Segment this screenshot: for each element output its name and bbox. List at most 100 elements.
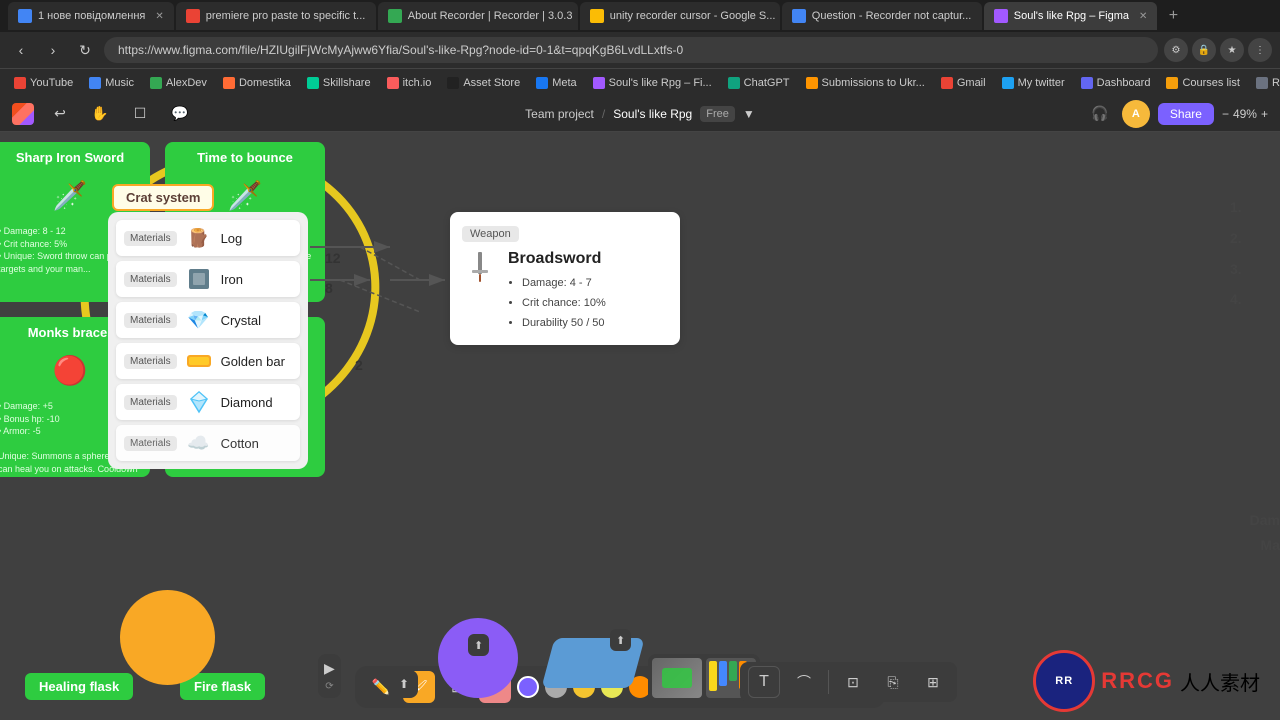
weapon-card[interactable]: Weapon Broadsword Damage: 4 - 7 Crit cha… bbox=[450, 212, 680, 345]
grid-tool-btn[interactable]: ⊞ bbox=[441, 671, 473, 703]
bookmark-meta[interactable]: Meta bbox=[530, 75, 582, 91]
new-tab-button[interactable]: + bbox=[1159, 2, 1187, 30]
back-button[interactable]: ‹ bbox=[8, 37, 34, 63]
bookmark-dashboard[interactable]: Dashboard bbox=[1075, 75, 1157, 91]
delete-tool-btn[interactable]: × bbox=[479, 671, 511, 703]
material-log[interactable]: Materials 🪵 Log bbox=[116, 220, 300, 256]
color-yellow[interactable] bbox=[573, 676, 595, 698]
card-title-2: Time to bounce bbox=[173, 150, 317, 165]
file-name[interactable]: Soul's like Rpg bbox=[613, 107, 692, 121]
tool-frame[interactable]: ☐ bbox=[126, 100, 154, 128]
tab-1[interactable]: 1 нове повідомлення ✕ bbox=[8, 2, 174, 30]
bookmark-assetstore[interactable]: Asset Store bbox=[441, 75, 526, 91]
right-tools-panel: T ⌒ ⊡ ⎘ ⊞ bbox=[740, 662, 957, 702]
material-name-golden-bar: Golden bar bbox=[221, 354, 285, 369]
material-icon-log: 🪵 bbox=[185, 224, 213, 252]
bookmark-gmail[interactable]: Gmail bbox=[935, 75, 992, 91]
color-gray[interactable] bbox=[545, 676, 567, 698]
bookmark-chatgpt[interactable]: ChatGPT bbox=[722, 75, 796, 91]
nav-separator-1: / bbox=[602, 107, 605, 121]
tab-4[interactable]: unity recorder cursor - Google S... ✕ bbox=[580, 2, 780, 30]
bookmark-music[interactable]: Music bbox=[83, 75, 140, 91]
bookmark-twitter[interactable]: My twitter bbox=[996, 75, 1071, 91]
bookmark-submissions[interactable]: Submissions to Ukr... bbox=[800, 75, 931, 91]
team-project-link[interactable]: Team project bbox=[525, 107, 594, 121]
material-diamond[interactable]: Materials Diamond bbox=[116, 384, 300, 420]
blue-shape-expand-btn[interactable]: ⬆ bbox=[610, 629, 631, 651]
number-label-12: 12 bbox=[325, 250, 341, 266]
address-input[interactable] bbox=[104, 37, 1158, 63]
table-tool-btn[interactable]: ⊞ bbox=[917, 666, 949, 698]
extension-btn-1[interactable]: ⚙ bbox=[1164, 38, 1188, 62]
user-avatar[interactable]: A bbox=[1122, 100, 1150, 128]
orbit-tool[interactable]: ⟳ bbox=[325, 681, 333, 692]
headphones-btn[interactable]: 🎧 bbox=[1086, 100, 1114, 128]
right-list-item-3: 3. bbox=[1230, 254, 1280, 285]
flask-card-healing[interactable]: Healing flask bbox=[25, 673, 133, 700]
material-badge-golden-bar: Materials bbox=[124, 354, 177, 369]
tab-1-close[interactable]: ✕ bbox=[155, 11, 163, 22]
tab-favicon-6 bbox=[994, 9, 1008, 23]
tool-hand[interactable]: ✋ bbox=[86, 100, 114, 128]
tab-4-label: unity recorder cursor - Google S... bbox=[610, 10, 776, 22]
zoom-decrease[interactable]: − bbox=[1222, 107, 1229, 121]
bookmark-courses[interactable]: Courses list bbox=[1160, 75, 1245, 91]
material-crystal[interactable]: Materials 💎 Crystal bbox=[116, 302, 300, 338]
bookmark-report[interactable]: Report bbox=[1250, 75, 1280, 91]
weapon-name: Broadsword bbox=[508, 250, 606, 268]
tab-5[interactable]: Question - Recorder not captur... ✕ bbox=[782, 2, 982, 30]
watermark-text: RRCG bbox=[1101, 668, 1174, 694]
tab-6[interactable]: Soul's like Rpg – Figma ✕ bbox=[984, 2, 1158, 30]
file-badge[interactable]: Free bbox=[700, 106, 735, 122]
weapon-stat-durability: Durability 50 / 50 bbox=[522, 314, 606, 334]
zoom-increase[interactable]: + bbox=[1261, 107, 1268, 121]
forward-button[interactable]: › bbox=[40, 37, 66, 63]
oval-expand-btn[interactable]: ⬆ bbox=[468, 634, 489, 656]
bookmark-skillshare[interactable]: Skillshare bbox=[301, 75, 377, 91]
right-partial-ma: Ma bbox=[1261, 537, 1280, 553]
material-badge-iron: Materials bbox=[124, 272, 177, 287]
bookmark-alexdev[interactable]: AlexDev bbox=[144, 75, 213, 91]
text-tool-btn[interactable]: T bbox=[748, 666, 780, 698]
watermark-icon: 人人素材 bbox=[1180, 667, 1260, 696]
tab-3[interactable]: About Recorder | Recorder | 3.0.3 ✕ bbox=[378, 2, 578, 30]
extension-btn-4[interactable]: ⋮ bbox=[1248, 38, 1272, 62]
extension-btn-3[interactable]: ★ bbox=[1220, 38, 1244, 62]
material-cotton[interactable]: Materials ☁️ Cotton bbox=[116, 425, 300, 461]
tab-2[interactable]: premiere pro paste to specific t... ✕ bbox=[176, 2, 376, 30]
cursor-tool[interactable]: ▶ bbox=[324, 660, 335, 677]
reload-button[interactable]: ↻ bbox=[72, 37, 98, 63]
weapon-stats: Damage: 4 - 7 Crit chance: 10% Durabilit… bbox=[508, 274, 606, 333]
color-purple[interactable] bbox=[517, 676, 539, 698]
zoom-controls: − 49% + bbox=[1222, 107, 1268, 121]
tool-move[interactable]: ↩ bbox=[46, 100, 74, 128]
material-iron[interactable]: Materials Iron bbox=[116, 261, 300, 297]
share-button[interactable]: Share bbox=[1158, 103, 1214, 125]
card-icon-3: 🔴 bbox=[46, 346, 94, 394]
figma-logo[interactable] bbox=[12, 103, 34, 125]
tab-6-label: Soul's like Rpg – Figma bbox=[1014, 10, 1129, 22]
dropdown-arrow[interactable]: ▼ bbox=[743, 107, 755, 121]
tab-favicon-2 bbox=[186, 9, 200, 23]
curve-tool-btn[interactable]: ⌒ bbox=[788, 666, 820, 698]
align-tool-btn[interactable]: ⊡ bbox=[837, 666, 869, 698]
minimap-1[interactable] bbox=[652, 658, 702, 698]
material-golden-bar[interactable]: Materials Golden bar bbox=[116, 343, 300, 379]
canvas[interactable]: Sharp Iron Sword 🗡️ • Damage: 8 - 12 • C… bbox=[0, 132, 1280, 720]
bookmark-itchio[interactable]: itch.io bbox=[381, 75, 438, 91]
extension-btn-2[interactable]: 🔒 bbox=[1192, 38, 1216, 62]
tab-6-close[interactable]: ✕ bbox=[1139, 11, 1147, 22]
bookmark-domestika[interactable]: Domestika bbox=[217, 75, 297, 91]
toolbar-separator-1 bbox=[828, 670, 829, 694]
expand-panel-btn[interactable]: ⬆ bbox=[390, 670, 418, 698]
bookmark-soulslike[interactable]: Soul's like Rpg – Fi... bbox=[587, 75, 718, 91]
copy-tool-btn[interactable]: ⎘ bbox=[877, 666, 909, 698]
zoom-level[interactable]: 49% bbox=[1233, 107, 1257, 121]
bookmark-youtube[interactable]: YouTube bbox=[8, 75, 79, 91]
material-icon-diamond bbox=[185, 388, 213, 416]
weapon-badge: Weapon bbox=[462, 226, 519, 242]
crat-system-label[interactable]: Crat system bbox=[112, 184, 214, 211]
right-list-item-1: 1. bbox=[1230, 192, 1280, 223]
tool-comment[interactable]: 💬 bbox=[166, 100, 194, 128]
color-yellow2[interactable] bbox=[601, 676, 623, 698]
